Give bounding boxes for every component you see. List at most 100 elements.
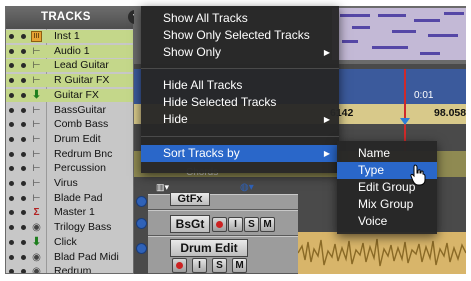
show-hide-dot-icon[interactable] bbox=[9, 48, 14, 54]
input-monitor-button[interactable]: I bbox=[228, 217, 243, 232]
menu-item-hide-all-tracks[interactable]: Hide All Tracks bbox=[141, 77, 339, 94]
track-row[interactable]: ⊢ Percussion bbox=[6, 162, 133, 175]
submenu-arrow-icon: ▶ bbox=[323, 48, 330, 57]
track-row[interactable]: ◉ Trilogy Bass bbox=[6, 221, 133, 234]
show-hide-dot-icon[interactable] bbox=[9, 210, 14, 216]
counter-right-value: 98.0581 bbox=[434, 107, 466, 119]
show-hide-dot-icon[interactable] bbox=[9, 181, 14, 186]
show-hide-dot-icon[interactable] bbox=[9, 78, 14, 84]
track-color-icon bbox=[136, 196, 147, 207]
track-row[interactable]: ⊢ Blade Pad bbox=[6, 192, 133, 205]
track-name-label: Comb Bass bbox=[54, 118, 109, 131]
mute-button[interactable]: M bbox=[260, 217, 275, 232]
menu-item-hide[interactable]: Hide ▶ bbox=[141, 111, 339, 128]
solo-button[interactable]: S bbox=[212, 258, 227, 273]
track-state-dot-icon bbox=[21, 269, 26, 273]
show-hide-dot-icon[interactable] bbox=[9, 254, 14, 260]
audio-icon: ⊢ bbox=[32, 45, 41, 56]
show-hide-dot-icon[interactable] bbox=[9, 195, 14, 201]
midi-note bbox=[340, 14, 370, 17]
track-state-dot-icon bbox=[21, 195, 26, 201]
ruler-time-label: 0:01 bbox=[414, 90, 434, 101]
track-row[interactable]: Σ Master 1 bbox=[6, 206, 133, 219]
track-name-label: Guitar FX bbox=[54, 88, 99, 101]
show-hide-dot-icon[interactable] bbox=[9, 122, 14, 128]
midi-icon: ◉ bbox=[32, 266, 41, 274]
track-name-drum-edit[interactable]: Drum Edit bbox=[170, 239, 248, 257]
instrument-icon: III bbox=[31, 31, 42, 42]
show-hide-dot-icon[interactable] bbox=[9, 107, 14, 113]
solo-button[interactable]: S bbox=[244, 217, 259, 232]
menu-separator bbox=[141, 68, 339, 69]
track-row[interactable]: ⊢ BassGuitar bbox=[6, 104, 133, 117]
track-name-label: Audio 1 bbox=[54, 44, 90, 57]
midi-note bbox=[420, 52, 440, 55]
menu-item-label: Hide bbox=[163, 112, 188, 126]
playhead[interactable] bbox=[404, 69, 406, 151]
show-hide-dot-icon[interactable] bbox=[9, 225, 14, 231]
track-color-icon bbox=[136, 218, 147, 229]
track-row[interactable]: ⬇ Click bbox=[6, 235, 133, 249]
record-button[interactable] bbox=[172, 258, 187, 273]
track-state-dot-icon bbox=[21, 122, 26, 128]
menu-item-show-only[interactable]: Show Only ▶ bbox=[141, 44, 339, 61]
track-state-dot-icon bbox=[21, 136, 26, 142]
show-hide-dot-icon[interactable] bbox=[9, 63, 14, 69]
track-state-dot-icon bbox=[21, 151, 26, 157]
track-row[interactable]: ◉ Blad Pad Midi bbox=[6, 251, 133, 264]
show-hide-dot-icon[interactable] bbox=[9, 166, 14, 172]
track-name-label: Redrum Bnc bbox=[54, 147, 113, 160]
mute-button[interactable]: M bbox=[232, 258, 247, 273]
track-row[interactable]: ⊢ Comb Bass bbox=[6, 118, 133, 131]
sort-option-mix-group[interactable]: Mix Group bbox=[337, 196, 437, 213]
track-name-label: Virus bbox=[54, 177, 78, 189]
menu-item-label: Hide All Tracks bbox=[163, 78, 243, 92]
track-row[interactable]: ◉ Redrum bbox=[6, 265, 133, 274]
menu-item-label: Show Only Selected Tracks bbox=[163, 28, 310, 42]
mouse-cursor-icon bbox=[410, 164, 426, 186]
track-row[interactable]: ⊢ Redrum Bnc bbox=[6, 147, 133, 161]
tracks-panel: TRACKS III Inst 1 ⊢ Audio 1 ⊢ Lead Guitar ⊢ R G… bbox=[5, 6, 134, 274]
playhead-marker-icon[interactable] bbox=[400, 118, 410, 125]
menu-item-label: Show Only bbox=[163, 45, 222, 59]
track-name-bsgt[interactable]: BsGt bbox=[170, 215, 210, 233]
track-row[interactable]: III Inst 1 bbox=[6, 30, 133, 43]
track-row[interactable]: ⊢ Virus bbox=[6, 177, 133, 190]
midi-region[interactable] bbox=[332, 8, 466, 60]
menu-item-sort-tracks-by[interactable]: Sort Tracks by ▶ bbox=[141, 145, 339, 162]
tracks-popup-menu: Show All Tracks Show Only Selected Tracks… bbox=[141, 6, 339, 173]
audio-icon: ⊢ bbox=[32, 75, 41, 86]
track-row[interactable]: ⊢ Audio 1 bbox=[6, 44, 133, 58]
show-hide-dot-icon[interactable] bbox=[9, 239, 14, 245]
show-hide-dot-icon[interactable] bbox=[9, 136, 14, 142]
track-state-dot-icon bbox=[21, 254, 26, 260]
menu-item-show-only-selected-tracks[interactable]: Show Only Selected Tracks bbox=[141, 27, 339, 44]
track-name-label: Click bbox=[54, 235, 77, 248]
show-hide-dot-icon[interactable] bbox=[9, 269, 14, 273]
menu-item-hide-selected-tracks[interactable]: Hide Selected Tracks bbox=[141, 94, 339, 111]
record-button[interactable] bbox=[212, 217, 227, 232]
audio-icon: ⊢ bbox=[32, 104, 41, 115]
track-row[interactable]: ⊢ Lead Guitar bbox=[6, 59, 133, 73]
aux-icon: ⬇ bbox=[31, 88, 42, 101]
track-row[interactable]: ⊢ R Guitar FX bbox=[6, 74, 133, 88]
show-hide-dot-icon[interactable] bbox=[9, 151, 14, 157]
sort-option-name[interactable]: Name bbox=[337, 145, 437, 162]
track-name-label: Inst 1 bbox=[54, 30, 80, 42]
audio-icon: ⊢ bbox=[32, 133, 41, 144]
input-monitor-button[interactable]: I bbox=[192, 258, 207, 273]
show-hide-dot-icon[interactable] bbox=[9, 92, 14, 98]
show-hide-dot-icon[interactable] bbox=[9, 34, 14, 39]
menu-item-show-all-tracks[interactable]: Show All Tracks bbox=[141, 10, 339, 27]
automation-view-icon[interactable]: ◍▾ bbox=[240, 182, 254, 194]
track-name-label: Master 1 bbox=[54, 206, 95, 219]
track-name-label: Drum Edit bbox=[54, 132, 101, 145]
track-row[interactable]: ⬇ Guitar FX bbox=[6, 88, 133, 102]
menu-item-label: Sort Tracks by bbox=[163, 146, 240, 160]
audio-icon: ⊢ bbox=[32, 60, 41, 71]
track-name-gtfx[interactable]: GtFx bbox=[170, 192, 210, 206]
sort-option-voice[interactable]: Voice bbox=[337, 213, 437, 230]
track-state-dot-icon bbox=[21, 92, 26, 98]
track-row[interactable]: ⊢ Drum Edit bbox=[6, 132, 133, 146]
track-name-label: Trilogy Bass bbox=[54, 221, 112, 234]
